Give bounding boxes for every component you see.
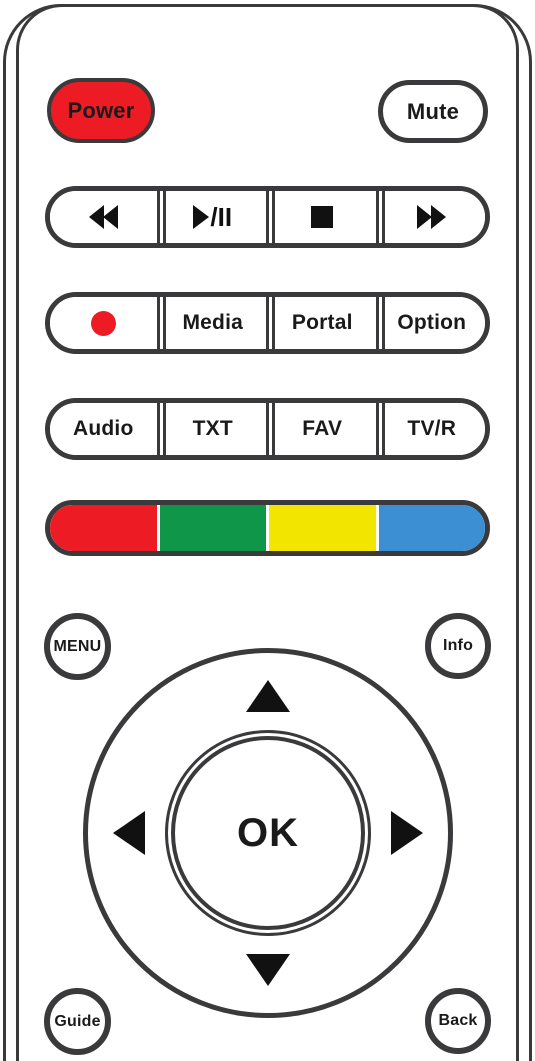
arrow-up-icon[interactable] <box>246 680 290 712</box>
guide-button[interactable]: Guide <box>44 988 111 1055</box>
arrow-left-icon[interactable] <box>113 811 145 855</box>
color-button-row <box>45 500 490 556</box>
green-color-button[interactable] <box>156 505 266 551</box>
portal-button[interactable]: Portal <box>266 297 376 349</box>
power-button-label: Power <box>67 97 135 123</box>
ok-button-label: OK <box>237 810 299 855</box>
audio-button-label: Audio <box>73 417 134 440</box>
ok-button[interactable]: OK <box>171 736 365 930</box>
directional-pad: OK <box>83 648 453 1018</box>
media-button[interactable]: Media <box>156 297 266 349</box>
fast-forward-button[interactable] <box>375 191 485 243</box>
back-button-label: Back <box>438 1012 478 1029</box>
tv-radio-button-label: TV/R <box>407 417 457 440</box>
stop-button[interactable] <box>266 191 376 243</box>
portal-button-label: Portal <box>291 311 353 334</box>
fast-forward-icon <box>417 205 447 229</box>
red-color-button[interactable] <box>50 505 157 551</box>
audio-button-row: Audio TXT FAV TV/R <box>45 398 490 460</box>
teletext-button[interactable]: TXT <box>156 403 266 455</box>
play-pause-button[interactable]: /II <box>156 191 266 243</box>
rewind-button[interactable] <box>50 191 157 243</box>
record-dot-icon <box>90 310 116 336</box>
media-button-row: Media Portal Option <box>45 292 490 354</box>
favorites-button-label: FAV <box>302 417 343 440</box>
remote-control-illustration: Power Mute /II Media Portal Option Audio… <box>0 0 535 1061</box>
option-button-label: Option <box>397 311 467 334</box>
yellow-color-button[interactable] <box>266 505 376 551</box>
guide-button-label: Guide <box>54 1012 101 1030</box>
favorites-button[interactable]: FAV <box>266 403 376 455</box>
mute-button-label: Mute <box>406 98 460 124</box>
media-button-label: Media <box>182 311 243 334</box>
blue-color-button[interactable] <box>375 505 485 551</box>
stop-icon <box>311 206 334 228</box>
arrow-down-icon[interactable] <box>246 954 290 986</box>
record-button[interactable] <box>50 297 157 349</box>
power-button[interactable]: Power <box>47 78 155 143</box>
play-pause-icon: /II <box>193 202 232 233</box>
back-button[interactable]: Back <box>425 988 491 1054</box>
arrow-right-icon[interactable] <box>391 811 423 855</box>
play-pause-text: /II <box>210 201 233 232</box>
audio-button[interactable]: Audio <box>50 403 157 455</box>
tv-radio-button[interactable]: TV/R <box>375 403 485 455</box>
transport-button-row: /II <box>45 186 490 248</box>
teletext-button-label: TXT <box>192 417 233 440</box>
rewind-icon <box>88 205 118 229</box>
option-button[interactable]: Option <box>375 297 485 349</box>
power-mute-row: Power Mute <box>0 78 535 148</box>
mute-button[interactable]: Mute <box>378 80 488 143</box>
